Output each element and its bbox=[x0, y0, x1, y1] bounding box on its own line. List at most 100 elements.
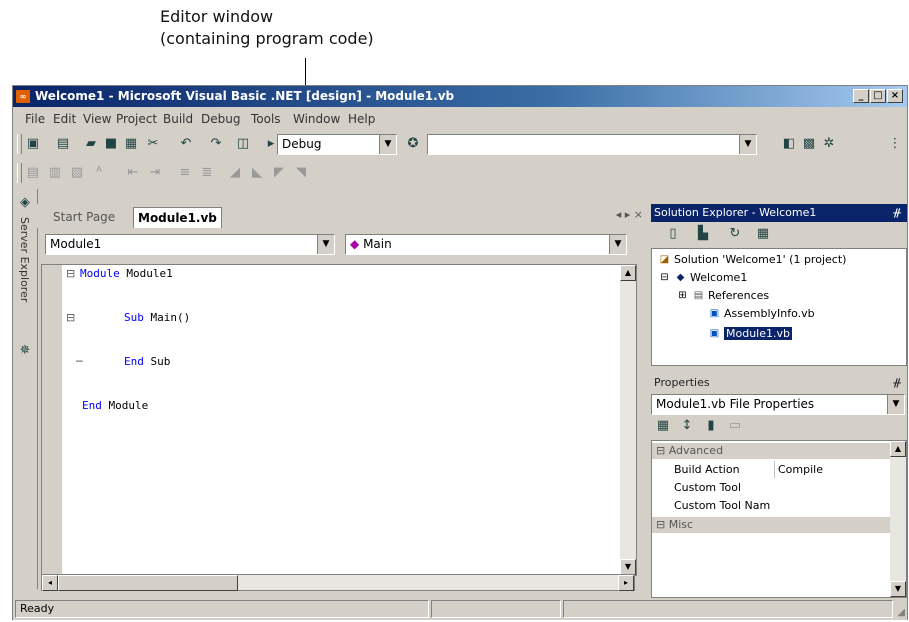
new-project-icon[interactable]: ▣ bbox=[25, 136, 41, 152]
toolbox-icon[interactable]: ✲ bbox=[821, 136, 837, 152]
solution-explorer-icon[interactable]: ◧ bbox=[781, 136, 797, 152]
uncomment-icon[interactable]: ≣ bbox=[199, 165, 215, 181]
menu-bar: File Edit View Project Build Debug Tools… bbox=[13, 108, 907, 130]
class-dropdown-arrow[interactable]: ▼ bbox=[317, 235, 334, 254]
decrease-indent-icon[interactable]: ⇤ bbox=[125, 165, 141, 181]
menu-tools[interactable]: Tools bbox=[251, 112, 281, 126]
title-bar[interactable]: ∞ Welcome1 - Microsoft Visual Basic .NET… bbox=[13, 86, 907, 107]
properties-pin-icon[interactable]: ᚌ bbox=[893, 374, 901, 392]
method-dropdown-arrow[interactable]: ▼ bbox=[609, 235, 626, 254]
property-pages-icon[interactable]: ▭ bbox=[727, 418, 743, 434]
horizontal-scroll-thumb[interactable] bbox=[58, 575, 238, 591]
object-members-icon[interactable]: ▤ bbox=[25, 165, 41, 181]
show-all-files-icon[interactable]: ▦ bbox=[755, 226, 771, 242]
refresh-icon[interactable]: ↻ bbox=[727, 226, 743, 242]
menu-build[interactable]: Build bbox=[163, 112, 193, 126]
close-button[interactable]: × bbox=[887, 89, 903, 103]
parameter-info-icon[interactable]: ▥ bbox=[47, 165, 63, 181]
server-explorer-tab[interactable]: Server Explorer bbox=[18, 217, 31, 302]
property-grid-scrollbar[interactable]: ▲ ▼ bbox=[890, 441, 906, 597]
toolbar-grip[interactable] bbox=[17, 134, 22, 154]
vb-module-icon: ▣ bbox=[709, 328, 720, 339]
solution-config-combo[interactable]: Debug ▼ bbox=[277, 134, 397, 155]
scroll-down-button[interactable]: ▼ bbox=[620, 559, 636, 575]
minimize-button[interactable]: _ bbox=[853, 89, 869, 103]
scroll-right-button[interactable]: ▸ bbox=[618, 575, 634, 591]
code-editor[interactable]: ⊟ Module Module1 ⊟ Sub Main() ─ End Sub … bbox=[41, 264, 637, 576]
expand-icon[interactable]: ⊞ bbox=[676, 290, 689, 302]
comment-icon[interactable]: ≡ bbox=[177, 165, 193, 181]
alphabetical-icon[interactable]: ↕ bbox=[679, 418, 695, 434]
app-icon[interactable]: ∞ bbox=[16, 90, 30, 103]
menu-project[interactable]: Project bbox=[116, 112, 157, 126]
property-category-misc[interactable]: ⊟ Misc bbox=[652, 517, 890, 533]
tree-item-assemblyinfo[interactable]: ▣ AssemblyInfo.vb bbox=[708, 307, 815, 320]
redo-icon[interactable]: ↷ bbox=[208, 136, 224, 152]
toolbar-grip-2[interactable] bbox=[17, 163, 22, 183]
scroll-up-button[interactable]: ▲ bbox=[620, 265, 636, 281]
fold-marker[interactable]: ⊟ bbox=[66, 267, 75, 280]
increase-indent-icon[interactable]: ⇥ bbox=[147, 165, 163, 181]
find-combo[interactable]: ▼ bbox=[427, 134, 757, 155]
menu-debug[interactable]: Debug bbox=[201, 112, 240, 126]
find-icon[interactable]: ✪ bbox=[405, 136, 421, 152]
editor-horizontal-scrollbar[interactable]: ◂ ▸ bbox=[41, 574, 635, 591]
solution-tree[interactable]: ◪ Solution 'Welcome1' (1 project) ⊟ ◆ Welco… bbox=[651, 248, 907, 366]
properties-view-icon[interactable]: ▮ bbox=[703, 418, 719, 434]
add-item-icon[interactable]: ▤ bbox=[55, 136, 71, 152]
config-dropdown-arrow[interactable]: ▼ bbox=[379, 135, 396, 154]
find-dropdown-arrow[interactable]: ▼ bbox=[739, 135, 756, 154]
tab-nav-buttons[interactable]: ◂ ▸ × bbox=[616, 208, 643, 221]
collapse-icon[interactable]: ⊟ bbox=[658, 272, 671, 284]
editor-vertical-scrollbar[interactable]: ▲ ▼ bbox=[620, 265, 636, 575]
menu-file[interactable]: File bbox=[25, 112, 45, 126]
quick-info-icon[interactable]: ▧ bbox=[69, 165, 85, 181]
next-bookmark-icon[interactable]: ◣ bbox=[249, 165, 265, 181]
bookmark-icon[interactable]: ◢ bbox=[227, 165, 243, 181]
resize-grip-icon[interactable]: ◢ bbox=[897, 607, 905, 618]
previous-bookmark-icon[interactable]: ◤ bbox=[271, 165, 287, 181]
toolbox-tab-icon[interactable]: ✵ bbox=[17, 343, 33, 359]
property-row-custom-tool-namespace[interactable]: Custom Tool Namespace bbox=[670, 497, 890, 514]
undo-icon[interactable]: ↶ bbox=[178, 136, 194, 152]
property-scroll-down[interactable]: ▼ bbox=[890, 581, 906, 597]
properties-icon[interactable]: ▩ bbox=[801, 136, 817, 152]
save-icon[interactable]: ■ bbox=[103, 136, 119, 152]
class-name-combo[interactable]: Module1 ▼ bbox=[45, 234, 335, 255]
property-row-custom-tool[interactable]: Custom Tool bbox=[670, 479, 890, 496]
fold-marker-sub[interactable]: ⊟ bbox=[66, 311, 75, 324]
menu-view[interactable]: View bbox=[83, 112, 111, 126]
solution-explorer-title[interactable]: Solution Explorer - Welcome1 ᚌ bbox=[651, 204, 907, 222]
clear-bookmarks-icon[interactable]: ◥ bbox=[293, 165, 309, 181]
tab-module1[interactable]: Module1.vb bbox=[133, 207, 222, 228]
tree-item-module1[interactable]: ▣ Module1.vb bbox=[708, 327, 792, 340]
scroll-left-button[interactable]: ◂ bbox=[42, 575, 58, 591]
tree-item-references[interactable]: ⊞ ▤ References bbox=[676, 289, 769, 302]
navigate-icon[interactable]: ◫ bbox=[235, 136, 251, 152]
server-explorer-icon[interactable]: ◈ bbox=[17, 195, 33, 211]
properties-title[interactable]: Properties ᚌ bbox=[651, 374, 907, 392]
properties-object-combo[interactable]: Module1.vb File Properties ▼ bbox=[651, 394, 905, 415]
property-grid[interactable]: ⊟ Advanced Build Action Compile Custom T… bbox=[651, 440, 907, 598]
open-file-icon[interactable]: ▰ bbox=[83, 136, 99, 152]
menu-window[interactable]: Window bbox=[293, 112, 340, 126]
cut-icon[interactable]: ✂ bbox=[145, 136, 161, 152]
toolbar-options-icon[interactable]: ⋮ bbox=[887, 136, 903, 152]
view-designer-icon[interactable]: ▙ bbox=[695, 226, 711, 242]
pin-icon[interactable]: ᚌ bbox=[893, 204, 901, 222]
property-category-advanced[interactable]: ⊟ Advanced bbox=[652, 443, 890, 459]
view-code-icon[interactable]: ▯ bbox=[665, 226, 681, 242]
maximize-button[interactable]: □ bbox=[870, 89, 886, 103]
tab-start-page[interactable]: Start Page bbox=[49, 207, 119, 227]
properties-dropdown-arrow[interactable]: ▼ bbox=[887, 395, 904, 414]
tree-item-solution[interactable]: ◪ Solution 'Welcome1' (1 project) bbox=[658, 253, 847, 266]
tree-item-project[interactable]: ⊟ ◆ Welcome1 bbox=[658, 271, 747, 284]
menu-help[interactable]: Help bbox=[348, 112, 375, 126]
categorized-icon[interactable]: ▦ bbox=[655, 418, 671, 434]
menu-edit[interactable]: Edit bbox=[53, 112, 76, 126]
method-name-combo[interactable]: ◆ Main ▼ bbox=[345, 234, 627, 255]
property-scroll-up[interactable]: ▲ bbox=[890, 441, 906, 457]
save-all-icon[interactable]: ▦ bbox=[123, 136, 139, 152]
complete-word-icon[interactable]: ᴬ bbox=[91, 165, 107, 181]
property-row-build-action[interactable]: Build Action Compile bbox=[670, 461, 890, 478]
